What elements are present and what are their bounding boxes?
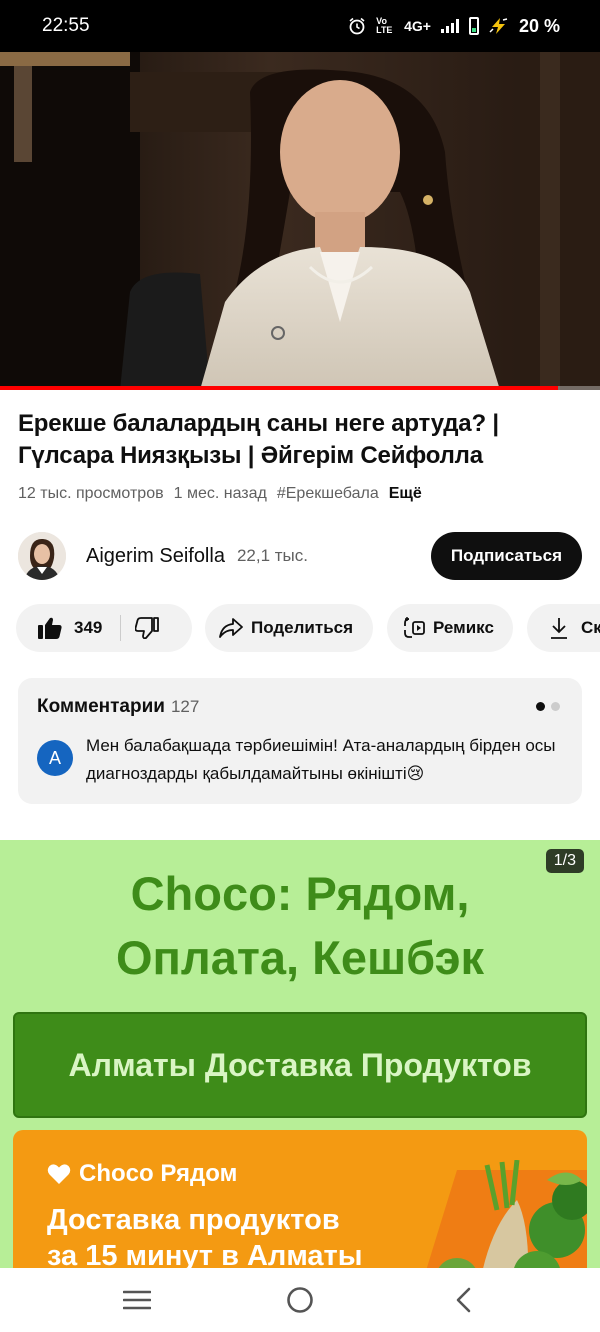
thumbs-down-icon xyxy=(135,617,160,639)
status-bar: 22:55 Vo LTE 4G+ 20 % xyxy=(0,0,600,52)
channel-row: Aigerim Seifolla 22,1 тыс. Подписаться xyxy=(18,530,582,582)
back-button[interactable] xyxy=(433,1275,493,1325)
hashtag-link[interactable]: #Ерекшебала xyxy=(277,485,379,503)
ad-headline-line2: Оплата, Кешбэк xyxy=(115,931,485,984)
ad-headline: Choco: Рядом, Оплата, Кешбэк xyxy=(0,862,600,990)
channel-avatar[interactable] xyxy=(18,532,66,580)
ad-headline-line1: Choco: Рядом, xyxy=(130,867,470,920)
battery-icon xyxy=(468,17,479,35)
commenter-avatar[interactable]: A xyxy=(37,740,73,776)
recent-apps-button[interactable] xyxy=(107,1275,167,1325)
like-count: 349 xyxy=(74,618,103,637)
home-icon xyxy=(287,1287,313,1313)
ad-brand-name: Choco Рядом xyxy=(79,1160,238,1187)
power-saving-icon xyxy=(489,18,508,34)
remix-icon xyxy=(404,617,425,638)
ad-subline1: Доставка продуктов xyxy=(47,1204,340,1236)
home-button[interactable] xyxy=(270,1275,330,1325)
ad-carousel[interactable]: 1/3 Choco: Рядом, Оплата, Кешбэк Алматы … xyxy=(0,840,600,1270)
comments-preview[interactable]: Комментарии 127 A Мен балабақшада тәрбиеш… xyxy=(18,678,582,804)
dot-active xyxy=(536,702,545,711)
action-row: 349 Поделиться Ремикс Ск xyxy=(16,604,600,654)
channel-name[interactable]: Aigerim Seifolla xyxy=(86,545,225,568)
subscribe-button[interactable]: Подписаться xyxy=(430,532,582,580)
download-button[interactable]: Ск xyxy=(527,604,600,652)
network-label: 4G+ xyxy=(404,18,431,34)
ad-card[interactable]: Choco Рядом Доставка продуктов за 15 мин… xyxy=(13,1130,587,1270)
carousel-dots xyxy=(536,702,560,711)
video-meta[interactable]: 12 тыс. просмотров 1 мес. назад #Ерекшеб… xyxy=(18,485,422,503)
avatar-photo xyxy=(18,532,66,580)
comments-count: 127 xyxy=(170,697,200,716)
ad-subline: Доставка продуктов за 15 минут в Алматы xyxy=(47,1202,447,1270)
share-icon xyxy=(219,618,243,638)
top-comment: Мен балабақшада тәрбиешімін! Ата-аналард… xyxy=(86,736,556,783)
recent-apps-icon xyxy=(123,1290,152,1310)
vegetables-image xyxy=(426,1160,587,1270)
video-player[interactable] xyxy=(0,52,600,390)
video-details: Ерекше балалардың саны неге артуда? | Гү… xyxy=(0,390,600,832)
alarm-icon xyxy=(349,17,365,35)
remix-label: Ремикс xyxy=(433,618,494,637)
subscriber-count: 22,1 тыс. xyxy=(236,546,308,565)
remix-button[interactable]: Ремикс xyxy=(387,604,513,652)
volte-label: Vo LTE xyxy=(376,16,393,35)
more-link[interactable]: Ещё xyxy=(389,485,422,503)
ad-banner[interactable]: Алматы Доставка Продуктов xyxy=(13,1012,587,1118)
comments-title: Комментарии xyxy=(37,696,165,717)
ad-subline2: за 15 минут в Алматы xyxy=(47,1240,363,1270)
video-frame xyxy=(0,52,600,390)
like-dislike-pill: 349 xyxy=(16,604,192,652)
signal-icon xyxy=(440,19,459,33)
status-icons: Vo LTE 4G+ 20 % xyxy=(348,16,560,37)
download-icon xyxy=(551,618,567,639)
video-title[interactable]: Ерекше балалардың саны неге артуда? | Гү… xyxy=(18,408,582,472)
ad-brand: Choco Рядом xyxy=(47,1160,237,1188)
upload-age: 1 мес. назад xyxy=(173,485,267,502)
comments-heading: Комментарии 127 xyxy=(37,696,199,718)
battery-percent: 20 % xyxy=(518,15,560,36)
heart-icon xyxy=(47,1164,71,1184)
share-label: Поделиться xyxy=(251,618,354,637)
thumbs-up-icon xyxy=(38,617,62,639)
share-button[interactable]: Поделиться xyxy=(205,604,373,652)
like-button[interactable]: 349 xyxy=(16,617,102,639)
status-time: 22:55 xyxy=(42,15,90,36)
system-nav-bar xyxy=(0,1268,600,1332)
back-icon xyxy=(456,1287,470,1313)
download-label: Ск xyxy=(581,618,600,637)
dot-inactive xyxy=(551,702,560,711)
dislike-button[interactable] xyxy=(121,617,160,639)
view-count: 12 тыс. просмотров xyxy=(18,485,164,502)
